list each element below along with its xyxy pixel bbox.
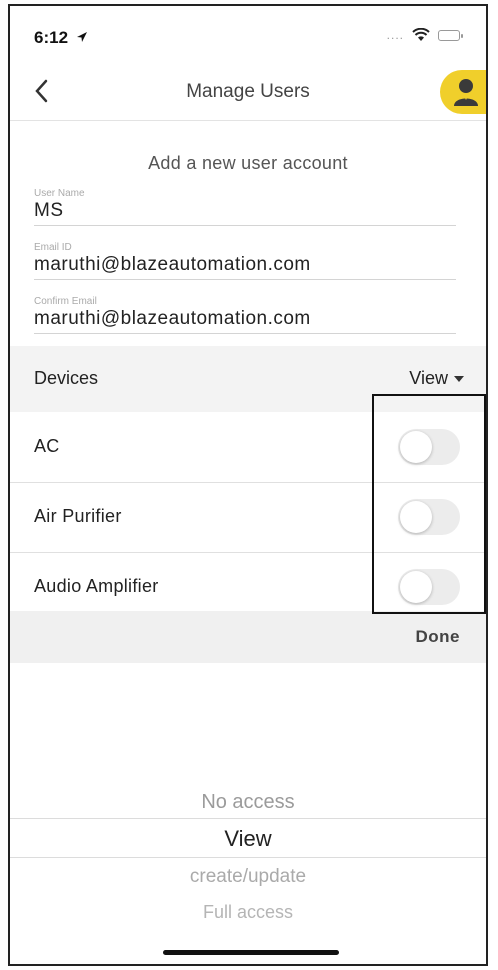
home-indicator[interactable] xyxy=(163,950,339,955)
status-time: 6:12 xyxy=(34,28,88,48)
confirm-email-value[interactable]: maruthi@blazeautomation.com xyxy=(34,308,456,333)
picker-option-create-update[interactable]: create/update xyxy=(10,866,486,888)
devices-label: Devices xyxy=(34,368,99,388)
device-toggle-ac[interactable] xyxy=(398,429,460,465)
picker-option-view[interactable]: View xyxy=(10,826,486,852)
device-label: Air Purifier xyxy=(34,506,122,526)
nav-bar: Manage Users xyxy=(10,64,486,121)
user-name-value[interactable]: MS xyxy=(34,200,456,225)
toggle-knob xyxy=(400,501,432,533)
device-toggle-audio-amplifier[interactable] xyxy=(398,569,460,605)
picker-option-full-access[interactable]: Full access xyxy=(10,902,486,923)
device-label: Audio Amplifier xyxy=(34,576,159,596)
confirm-email-label: Confirm Email xyxy=(34,296,97,307)
time-text: 6:12 xyxy=(34,28,69,47)
caret-down-icon xyxy=(454,375,464,382)
toggle-knob xyxy=(400,431,432,463)
signal-dots: .... xyxy=(386,28,404,42)
location-arrow-icon xyxy=(76,32,87,42)
confirm-email-field[interactable]: Confirm Email maruthi@blazeautomation.co… xyxy=(34,296,456,334)
done-toolbar: Done xyxy=(10,611,486,663)
user-name-field[interactable]: User Name MS xyxy=(34,188,456,226)
device-toggle-air-purifier[interactable] xyxy=(398,499,460,535)
avatar[interactable] xyxy=(440,70,486,114)
phone-frame: 6:12 .... Manage Users Add a new user ac… xyxy=(8,4,488,966)
form-title: Add a new user account xyxy=(148,153,348,173)
picker-divider xyxy=(10,818,486,819)
battery-icon xyxy=(438,29,463,41)
view-dropdown[interactable]: View xyxy=(409,368,464,389)
wifi-icon xyxy=(412,28,430,41)
view-dropdown-label: View xyxy=(409,368,448,388)
toggle-knob xyxy=(400,571,432,603)
user-name-label: User Name xyxy=(34,188,85,199)
picker-option-no-access[interactable]: No access xyxy=(10,791,486,814)
status-icons: .... xyxy=(386,28,463,42)
email-field[interactable]: Email ID maruthi@blazeautomation.com xyxy=(34,242,456,280)
picker-divider xyxy=(10,857,486,858)
device-row-air-purifier: Air Purifier xyxy=(10,482,486,553)
device-row-ac: AC xyxy=(10,412,486,483)
page-title: Manage Users xyxy=(186,81,310,102)
done-button[interactable]: Done xyxy=(416,627,461,647)
devices-header: Devices View xyxy=(10,346,486,412)
email-label: Email ID xyxy=(34,242,72,253)
email-value[interactable]: maruthi@blazeautomation.com xyxy=(34,254,456,279)
device-label: AC xyxy=(34,436,60,456)
user-avatar-icon xyxy=(454,79,478,106)
